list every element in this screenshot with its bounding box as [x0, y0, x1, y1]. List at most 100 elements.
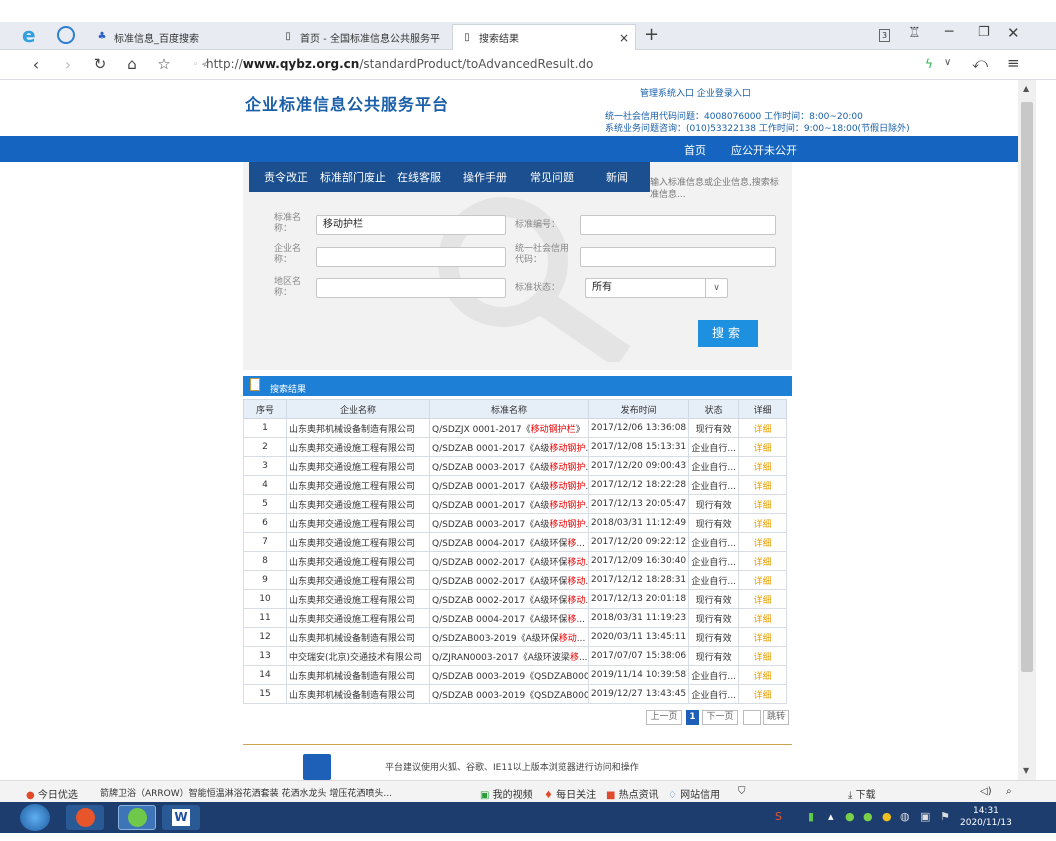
row-index: 13: [243, 646, 287, 666]
tray-network-icon[interactable]: ◍: [900, 810, 910, 823]
std-no-input[interactable]: [580, 215, 776, 235]
menu-item-rectify[interactable]: 责令改正: [264, 169, 308, 185]
page-number-input[interactable]: [743, 710, 761, 725]
tab-home[interactable]: ▯ 首页 - 全国标准信息公共服务平: [274, 24, 444, 50]
tab-baidu[interactable]: ♣ 标准信息_百度搜索: [88, 24, 258, 50]
zoom-icon[interactable]: ⌕: [1006, 786, 1012, 797]
detail-link[interactable]: 详细: [754, 596, 772, 606]
word-icon: W: [172, 809, 190, 826]
ad-text[interactable]: 箭牌卫浴（ARROW）智能恒温淋浴花洒套装 花洒水龙头 增压花洒喷头...: [100, 786, 430, 799]
forward-icon[interactable]: ›: [58, 55, 78, 74]
credit-code-input[interactable]: [580, 247, 776, 267]
std-name-highlight: 移动钢护栏: [530, 424, 576, 435]
detail-link[interactable]: 详细: [754, 558, 772, 568]
next-page-button[interactable]: 下一页: [702, 710, 738, 725]
start-button[interactable]: [20, 804, 50, 831]
daily-follow[interactable]: ♦ 每日关注: [544, 786, 596, 801]
nav-unpublished[interactable]: 应公开未公开: [731, 142, 797, 158]
home-icon[interactable]: ⌂: [122, 55, 142, 73]
std-name-suffix: ...: [576, 614, 585, 625]
site-credit[interactable]: ♢ 网站信用: [668, 786, 720, 801]
detail-link[interactable]: 详细: [754, 615, 772, 625]
shield-icon[interactable]: ⛉: [738, 786, 746, 797]
status-select[interactable]: 所有 ∨: [585, 278, 728, 298]
table-row: 5 山东奥邦交通设施工程有限公司 Q/SDZAB 0001-2017《A级移动钢护.…: [243, 494, 788, 514]
std-name-highlight: 移动钢护: [549, 443, 586, 454]
detail-link[interactable]: 详细: [754, 672, 772, 682]
menu-item-manual[interactable]: 操作手册: [463, 169, 507, 185]
results-table: 序号 企业名称 标准名称 发布时间 状态 详细 1 山东奥邦机械设备制造有限公司 Q…: [243, 399, 788, 704]
undo-icon[interactable]: ⤺: [972, 54, 988, 72]
detail-link[interactable]: 详细: [754, 691, 772, 701]
scroll-down-icon[interactable]: ▼: [1023, 766, 1029, 775]
std-name-prefix: Q/SDZAB 0002-2017《A级环保: [432, 595, 568, 606]
ie-logo-icon[interactable]: e: [22, 25, 42, 45]
new-tab-button[interactable]: +: [644, 24, 659, 45]
region-input[interactable]: [316, 278, 506, 298]
table-row: 15 山东奥邦机械设备制造有限公司 Q/SDZAB 0003-2019《QSDZAB…: [243, 684, 788, 704]
std-name-suffix: 》: [575, 424, 585, 435]
scroll-up-icon[interactable]: ▲: [1023, 84, 1029, 93]
detail-link[interactable]: 详细: [754, 539, 772, 549]
detail-link[interactable]: 详细: [754, 444, 772, 454]
prev-page-button[interactable]: 上一页: [646, 710, 682, 725]
tab-search-results[interactable]: ▯ 搜索结果 ×: [452, 24, 636, 50]
search-button[interactable]: 搜索: [698, 320, 758, 347]
play-icon: ▣: [480, 790, 490, 801]
detail-link[interactable]: 详细: [754, 501, 772, 511]
badge-icon[interactable]: 3: [879, 29, 890, 42]
table-row: 14 山东奥邦机械设备制造有限公司 Q/SDZAB 0003-2019《QSDZAB…: [243, 665, 788, 685]
detail-link[interactable]: 详细: [754, 634, 772, 644]
tray-battery-icon[interactable]: ▮: [808, 810, 814, 823]
volume-icon[interactable]: ◁): [980, 786, 992, 797]
tray-expand-icon[interactable]: ▴: [828, 810, 834, 823]
goto-button[interactable]: 跳转: [763, 710, 789, 725]
tray-sougou-icon[interactable]: S: [775, 810, 782, 823]
row-std-name: Q/SDZAB 0003-2017《A级移动钢护...: [429, 513, 589, 533]
today-pick[interactable]: ● 今日优选: [26, 786, 78, 801]
taskbar-clock[interactable]: 14:31 2020/11/13: [960, 805, 1012, 829]
menu-item-abolish[interactable]: 标准部门废止: [320, 169, 386, 185]
tray-360-icon[interactable]: ●: [882, 810, 892, 823]
tray-monitor-icon[interactable]: ▣: [920, 810, 930, 823]
std-name-highlight: 移: [569, 652, 579, 663]
favorites-icon[interactable]: [57, 26, 75, 44]
top-links[interactable]: 管理系统入口 企业登录入口: [640, 86, 751, 99]
scroll-thumb[interactable]: [1021, 102, 1033, 672]
table-header-row: 序号 企业名称 标准名称 发布时间 状态 详细: [243, 399, 788, 419]
menu-item-faq[interactable]: 常见问题: [530, 169, 574, 185]
menu-item-news[interactable]: 新闻: [606, 169, 628, 185]
std-name-input[interactable]: 移动护栏: [316, 215, 506, 235]
shirt-icon[interactable]: ♖: [908, 25, 921, 41]
company-input[interactable]: [316, 247, 506, 267]
download[interactable]: ⤓ 下载: [848, 786, 876, 801]
url-field[interactable]: http://www.qybz.org.cn/standardProduct/t…: [206, 57, 593, 71]
nav-home[interactable]: 首页: [684, 142, 706, 158]
minimize-icon[interactable]: ─: [945, 24, 953, 40]
detail-link[interactable]: 详细: [754, 577, 772, 587]
close-window-icon[interactable]: ✕: [1007, 24, 1020, 42]
page-scrollbar[interactable]: ▲ ▼: [1018, 80, 1036, 780]
my-video[interactable]: ▣ 我的视频: [480, 786, 533, 801]
detail-link[interactable]: 详细: [754, 425, 772, 435]
lightning-icon[interactable]: ϟ: [925, 57, 933, 71]
current-page[interactable]: 1: [686, 710, 699, 725]
chevron-down-icon[interactable]: ∨: [705, 279, 727, 297]
hot-news[interactable]: ■ 热点资讯: [606, 786, 659, 801]
refresh-icon[interactable]: ↻: [90, 55, 110, 73]
tray-shield-icon[interactable]: ●: [863, 810, 873, 823]
close-tab-icon[interactable]: ×: [619, 31, 629, 45]
detail-link[interactable]: 详细: [754, 482, 772, 492]
detail-link[interactable]: 详细: [754, 653, 772, 663]
back-icon[interactable]: ‹: [26, 55, 46, 74]
tray-green-icon[interactable]: ●: [845, 810, 855, 823]
maximize-icon[interactable]: ❐: [978, 25, 990, 40]
menu-item-service[interactable]: 在线客服: [397, 169, 441, 185]
star-icon[interactable]: ☆: [154, 55, 174, 73]
row-company: 山东奥邦机械设备制造有限公司: [286, 665, 430, 685]
dropdown-icon[interactable]: ∨: [944, 57, 951, 68]
tray-flag-icon[interactable]: ⚑: [940, 810, 950, 823]
detail-link[interactable]: 详细: [754, 520, 772, 530]
menu-icon[interactable]: ≡: [1007, 54, 1020, 72]
detail-link[interactable]: 详细: [754, 463, 772, 473]
